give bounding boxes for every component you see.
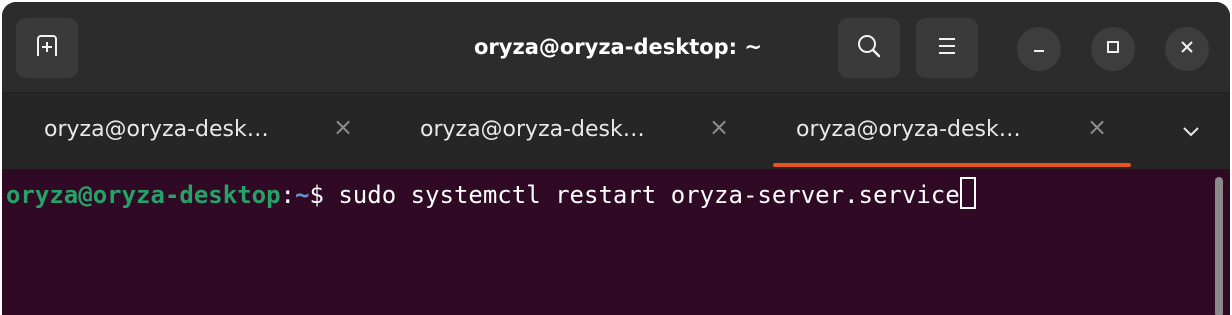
new-tab-button[interactable] [16, 18, 78, 78]
header-bar: oryza@oryza-desktop: ~ [2, 2, 1230, 93]
new-tab-icon [34, 33, 60, 63]
tab-2[interactable]: oryza@oryza-desk… × [378, 93, 748, 169]
prompt-line: oryza@oryza-desktop:~$ sudo systemctl re… [6, 177, 976, 210]
terminal-area[interactable]: oryza@oryza-desktop:~$ sudo systemctl re… [2, 169, 1230, 315]
tab-bar: oryza@oryza-desk… × oryza@oryza-desk… × … [2, 93, 1230, 169]
close-button[interactable] [1165, 27, 1209, 71]
tab-close-icon[interactable]: × [709, 115, 729, 139]
chevron-down-icon [1181, 123, 1201, 142]
tab-3-active[interactable]: oryza@oryza-desk… × [754, 93, 1124, 169]
tab-label: oryza@oryza-desk… [44, 117, 269, 142]
tab-label: oryza@oryza-desk… [420, 117, 645, 142]
maximize-icon [1105, 39, 1121, 59]
search-icon [856, 33, 882, 63]
menu-button[interactable] [916, 18, 978, 78]
search-button[interactable] [838, 18, 900, 78]
terminal-window: oryza@oryza-desktop: ~ oryza@oryza-desk…… [2, 2, 1230, 315]
tab-1[interactable]: oryza@oryza-desk… × [2, 93, 372, 169]
minimize-button[interactable] [1017, 27, 1061, 71]
tab-label: oryza@oryza-desk… [796, 117, 1021, 142]
prompt-path: ~ [295, 181, 310, 209]
prompt-user-host: oryza@oryza-desktop [6, 181, 281, 209]
close-icon [1179, 39, 1195, 59]
maximize-button[interactable] [1091, 27, 1135, 71]
command-text: sudo systemctl restart oryza-server.serv… [338, 181, 960, 209]
tab-close-icon[interactable]: × [333, 115, 353, 139]
tab-close-icon[interactable]: × [1087, 115, 1107, 139]
prompt-colon: : [280, 181, 295, 209]
minimize-icon [1031, 39, 1047, 59]
hamburger-menu-icon [935, 35, 959, 61]
tab-list-button[interactable] [1174, 115, 1208, 149]
prompt-symbol: $ [309, 181, 339, 209]
text-cursor [959, 177, 976, 209]
active-tab-indicator [773, 163, 1131, 167]
scrollbar[interactable] [1215, 177, 1223, 315]
